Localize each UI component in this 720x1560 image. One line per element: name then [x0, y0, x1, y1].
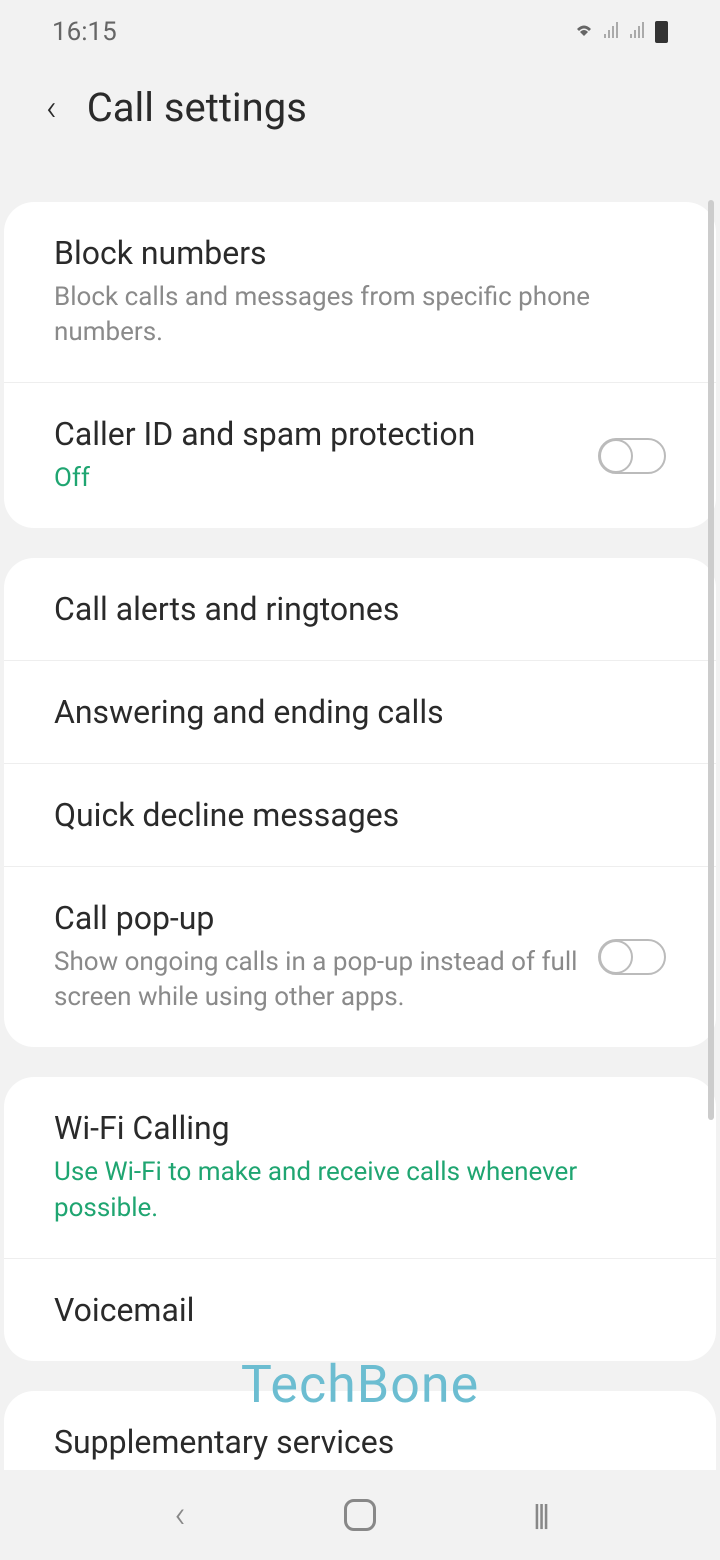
voicemail-item[interactable]: Voicemail — [4, 1259, 716, 1361]
item-subtitle: Show ongoing calls in a pop-up instead o… — [54, 945, 578, 1015]
item-title: Quick decline messages — [54, 796, 666, 834]
battery-icon — [655, 21, 668, 43]
status-icons — [573, 17, 668, 47]
item-title: Call alerts and ringtones — [54, 590, 666, 628]
wifi-icon — [573, 17, 595, 47]
caller-id-toggle[interactable] — [598, 438, 666, 474]
nav-bar: ‹ ||| — [0, 1470, 720, 1560]
block-numbers-item[interactable]: Block numbers Block calls and messages f… — [4, 202, 716, 383]
header: ‹ Call settings — [0, 64, 720, 167]
section-3: Wi-Fi Calling Use Wi-Fi to make and rece… — [4, 1077, 716, 1360]
answering-ending-item[interactable]: Answering and ending calls — [4, 661, 716, 764]
call-popup-item[interactable]: Call pop-up Show ongoing calls in a pop-… — [4, 867, 716, 1047]
item-title: Wi-Fi Calling — [54, 1109, 666, 1147]
signal-icon-1 — [603, 17, 621, 47]
status-time: 16:15 — [52, 17, 117, 47]
nav-back-button[interactable]: ‹ — [160, 1495, 200, 1535]
item-status: Off — [54, 461, 578, 496]
section-1: Block numbers Block calls and messages f… — [4, 202, 716, 528]
content: Block numbers Block calls and messages f… — [0, 202, 720, 1471]
quick-decline-item[interactable]: Quick decline messages — [4, 764, 716, 867]
page-title: Call settings — [87, 84, 307, 131]
item-title: Voicemail — [54, 1291, 666, 1329]
supplementary-services-item[interactable]: Supplementary services — [4, 1391, 716, 1471]
call-alerts-item[interactable]: Call alerts and ringtones — [4, 558, 716, 661]
call-popup-toggle[interactable] — [598, 939, 666, 975]
item-title: Supplementary services — [54, 1423, 666, 1461]
item-subtitle: Block calls and messages from specific p… — [54, 280, 666, 350]
item-status: Use Wi-Fi to make and receive calls when… — [54, 1155, 666, 1225]
status-bar: 16:15 — [0, 0, 720, 64]
item-title: Call pop-up — [54, 899, 578, 937]
item-title: Answering and ending calls — [54, 693, 666, 731]
caller-id-spam-item[interactable]: Caller ID and spam protection Off — [4, 383, 716, 528]
item-title: Block numbers — [54, 234, 666, 272]
back-button[interactable]: ‹ — [46, 87, 57, 129]
wifi-calling-item[interactable]: Wi-Fi Calling Use Wi-Fi to make and rece… — [4, 1077, 716, 1258]
scroll-indicator[interactable] — [708, 200, 714, 1120]
signal-icon-2 — [629, 17, 647, 47]
nav-home-button[interactable] — [340, 1495, 380, 1535]
section-2: Call alerts and ringtones Answering and … — [4, 558, 716, 1047]
item-title: Caller ID and spam protection — [54, 415, 578, 453]
nav-recents-button[interactable]: ||| — [520, 1495, 560, 1535]
